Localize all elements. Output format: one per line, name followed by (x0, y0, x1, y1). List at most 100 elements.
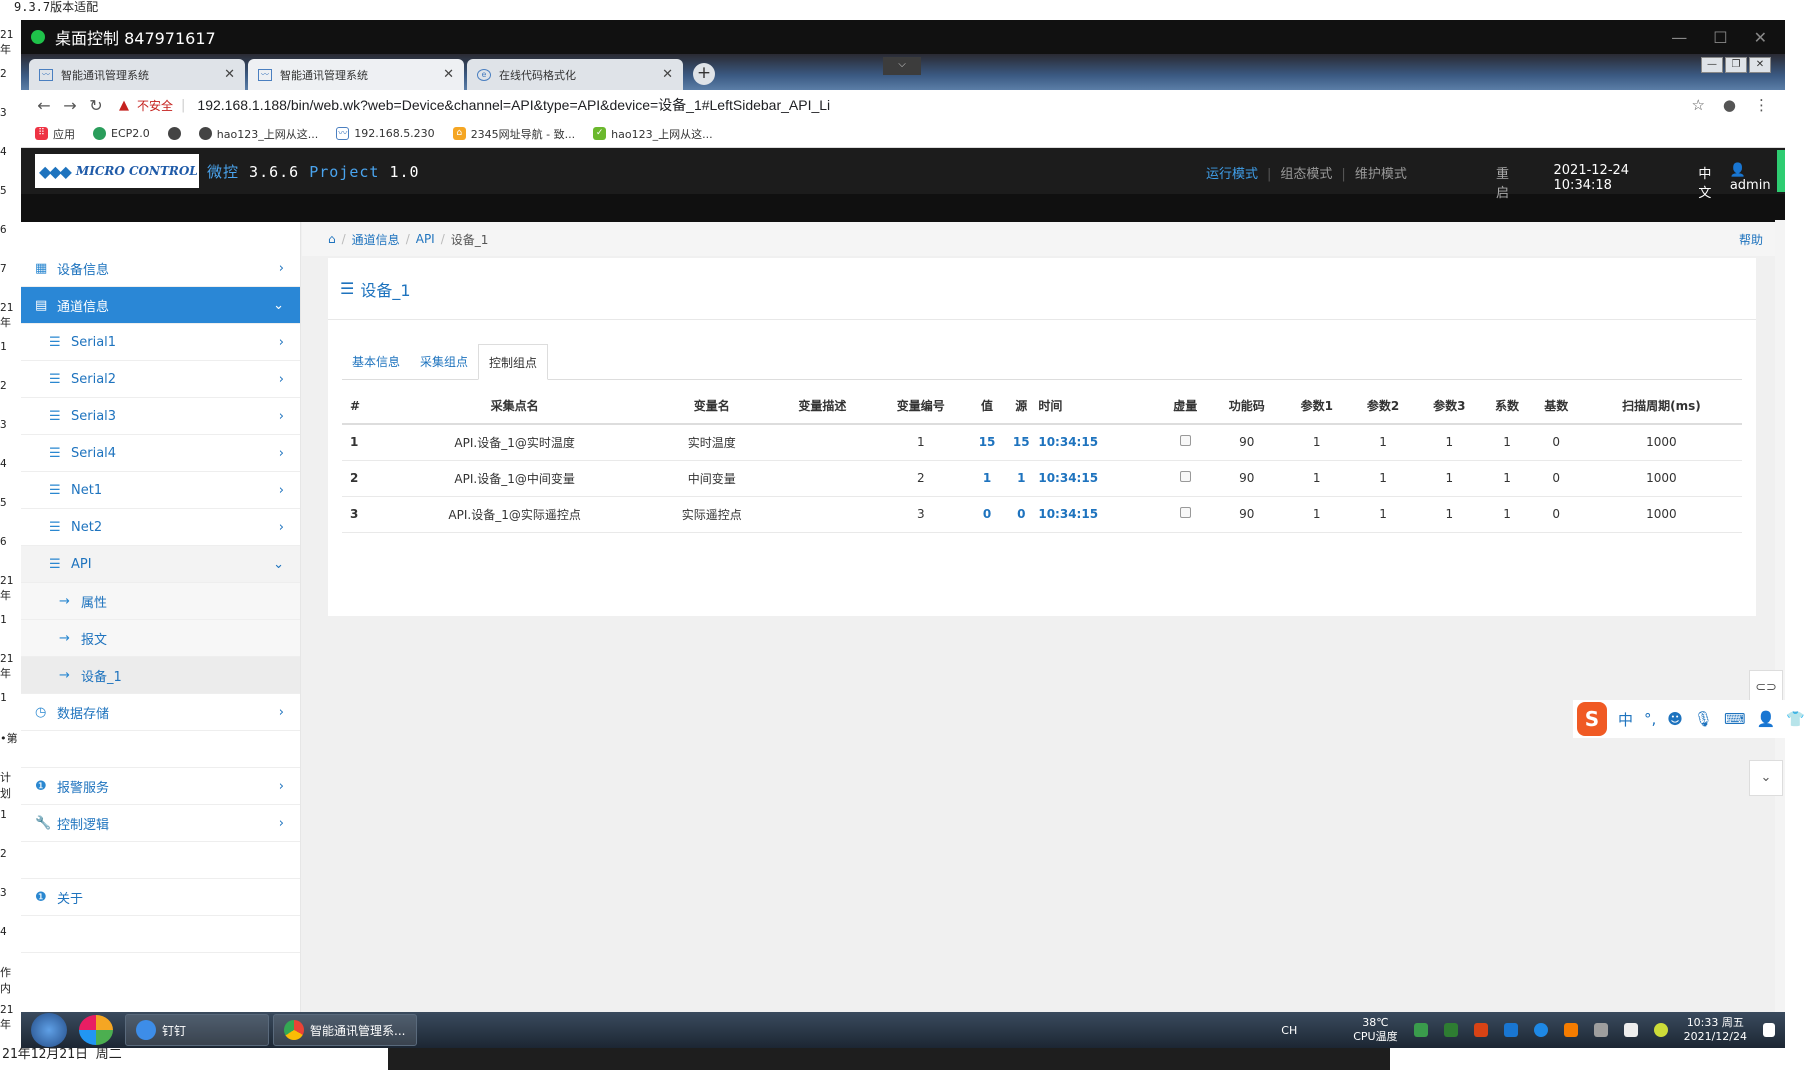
sidebar-item-device1[interactable]: → 设备_1 (21, 657, 300, 694)
input-language[interactable]: CH (1281, 1024, 1297, 1037)
page-scrollbar[interactable] (1775, 220, 1785, 1036)
value[interactable]: 1 (969, 460, 1005, 497)
browser-minimize-icon[interactable]: — (1701, 57, 1723, 73)
sidebar-item-serial3[interactable]: ☰ Serial3 › (21, 398, 300, 435)
virtual-checkbox[interactable] (1179, 471, 1191, 482)
tab-close-icon[interactable]: ✕ (662, 67, 673, 82)
list-icon: ☰ (49, 482, 61, 498)
virtual-checkbox[interactable] (1179, 435, 1191, 447)
tray-app-icon[interactable] (1503, 1023, 1518, 1037)
host-margin-fragment: 21年 (0, 28, 14, 56)
sidebar-item-about[interactable]: ❶ 关于 (21, 879, 300, 916)
tab-control-points[interactable]: 控制组点 (478, 344, 549, 380)
home-icon[interactable]: ⌂ (328, 232, 336, 246)
virtual-checkbox[interactable] (1179, 507, 1191, 518)
host-doc-line: 9.3.7版本适配 (0, 0, 1805, 20)
mode-run[interactable]: 运行模式 (1206, 167, 1258, 182)
bookmark[interactable]: ✓ hao123_上网从这... (593, 126, 713, 142)
pinned-app-icon[interactable] (79, 1015, 113, 1045)
ime-punctuation[interactable]: °, (1644, 710, 1656, 728)
back-icon[interactable]: ← (31, 96, 57, 115)
close-icon[interactable]: ✕ (1754, 28, 1767, 47)
network-icon[interactable] (1593, 1023, 1608, 1037)
start-button[interactable] (31, 1013, 67, 1047)
sidebar-item-message[interactable]: → 报文 (21, 620, 300, 657)
sidebar-item-channel-info[interactable]: ▤ 通道信息 ⌄ (21, 287, 300, 324)
table-row[interactable]: 1 API.设备_1@实时温度 实时温度 1 15 15 10:34:15 90… (342, 424, 1742, 461)
shirt-icon[interactable]: 👕 (1786, 710, 1805, 728)
bookmark[interactable]: 〰 192.168.5.230 (336, 127, 435, 140)
browser-restore-icon[interactable]: ❐ (1725, 57, 1747, 73)
ime-mode[interactable]: 中 (1618, 709, 1633, 730)
sidebar-item-alarm-service[interactable]: ❶ 报警服务 › (21, 768, 300, 805)
mode-config[interactable]: 组态模式 (1280, 167, 1332, 182)
sidebar-item-attributes[interactable]: → 属性 (21, 583, 300, 620)
sidebar-item-api[interactable]: ☰ API ⌄ (21, 546, 300, 583)
sidebar-item-serial2[interactable]: ☰ Serial2 › (21, 361, 300, 398)
notification-icon[interactable] (1763, 1023, 1775, 1037)
tray-app-icon[interactable] (1533, 1023, 1548, 1037)
insecure-label[interactable]: 不安全 (137, 97, 173, 114)
list-icon: ☰ (49, 445, 61, 461)
new-tab-button[interactable]: + (693, 63, 715, 85)
sidebar-item-net2[interactable]: ☰ Net2 › (21, 509, 300, 546)
host-margin-fragment: 3 (0, 886, 7, 899)
user-icon[interactable]: 👤 (1757, 710, 1776, 728)
bookmark[interactable]: ⌂ 2345网址导航 - 致... (452, 126, 575, 142)
browser-close-icon[interactable]: ✕ (1749, 57, 1771, 73)
sidebar-item-net1[interactable]: ☰ Net1 › (21, 472, 300, 509)
taskbar-app-dingtalk[interactable]: 钉钉 (125, 1014, 269, 1046)
bookmark[interactable]: hao123_上网从这... (198, 126, 318, 142)
ime-logo-icon[interactable]: S (1577, 702, 1607, 736)
breadcrumb-link[interactable]: API (416, 232, 435, 246)
chevron-down-icon[interactable]: ⌄ (1749, 760, 1783, 796)
bookmark[interactable] (167, 127, 181, 140)
restart-button[interactable]: 重启 (1496, 163, 1520, 201)
speaker-icon[interactable] (1623, 1023, 1638, 1037)
tab-close-icon[interactable]: ✕ (224, 67, 235, 82)
table-row[interactable]: 2 API.设备_1@中间变量 中间变量 2 1 1 10:34:15 90 1… (342, 460, 1742, 497)
bookmark[interactable]: ECP2.0 (93, 127, 150, 140)
value[interactable]: 0 (969, 496, 1005, 533)
sidebar-item-serial1[interactable]: ☰ Serial1 › (21, 324, 300, 361)
reload-icon[interactable]: ↻ (83, 96, 109, 115)
forward-icon[interactable]: → (57, 96, 83, 115)
tray-app-icon[interactable] (1473, 1023, 1488, 1037)
minimize-icon[interactable]: — (1671, 28, 1687, 47)
chevron-down-icon[interactable]: ⌵ (883, 57, 921, 75)
value[interactable]: 15 (969, 424, 1005, 461)
sidebar-item-control-logic[interactable]: 🔧 控制逻辑 › (21, 805, 300, 842)
browser-tab-active[interactable]: 〰 智能通讯管理系统 ✕ (248, 59, 464, 90)
breadcrumb-link[interactable]: 通道信息 (352, 231, 400, 248)
sidebar-item-device-info[interactable]: ▦ 设备信息 › (21, 250, 300, 287)
help-link[interactable]: 帮助 (1739, 231, 1763, 248)
url-input[interactable]: 192.168.1.188/bin/web.wk?web=Device&chan… (197, 95, 830, 115)
volume-icon[interactable] (1413, 1023, 1428, 1037)
menu-icon[interactable]: ⋮ (1754, 96, 1769, 114)
mode-maintenance[interactable]: 维护模式 (1355, 167, 1407, 182)
tray-app-icon[interactable] (1563, 1023, 1578, 1037)
browser-tab[interactable]: e 在线代码格式化 ✕ (467, 59, 683, 90)
column-header: 变量编号 (871, 388, 970, 425)
tray-app-icon[interactable] (1653, 1023, 1668, 1037)
tab-basic-info[interactable]: 基本信息 (342, 344, 410, 379)
tab-collect-points[interactable]: 采集组点 (410, 344, 478, 379)
emoji-icon[interactable]: ☻ (1667, 710, 1683, 728)
account-icon[interactable]: ● (1723, 96, 1736, 114)
language-switch[interactable]: 中文 (1698, 163, 1722, 201)
tab-close-icon[interactable]: ✕ (443, 67, 454, 82)
host-margin-fragment: 1 (0, 691, 7, 704)
bookmark-apps[interactable]: ⠿ 应用 (35, 126, 75, 142)
taskbar-app-chrome[interactable]: 智能通讯管理系... (273, 1014, 417, 1046)
tray-app-icon[interactable] (1443, 1023, 1458, 1037)
table-row[interactable]: 3 API.设备_1@实际遥控点 实际遥控点 3 0 0 10:34:15 90… (342, 496, 1742, 533)
browser-tab[interactable]: 〰 智能通讯管理系统 ✕ (29, 59, 245, 90)
star-icon[interactable]: ☆ (1691, 96, 1704, 114)
sidebar-item-data-storage[interactable]: ◷ 数据存储 › (21, 694, 300, 731)
clock[interactable]: 10:33 周五 2021/12/24 (1684, 1016, 1747, 1044)
sidebar-spacer (21, 842, 300, 879)
maximize-icon[interactable]: ☐ (1713, 28, 1727, 47)
sidebar-item-serial4[interactable]: ☰ Serial4 › (21, 435, 300, 472)
keyboard-icon[interactable]: ⌨ (1724, 710, 1746, 728)
microphone-icon[interactable]: 🎙 (1694, 710, 1713, 728)
